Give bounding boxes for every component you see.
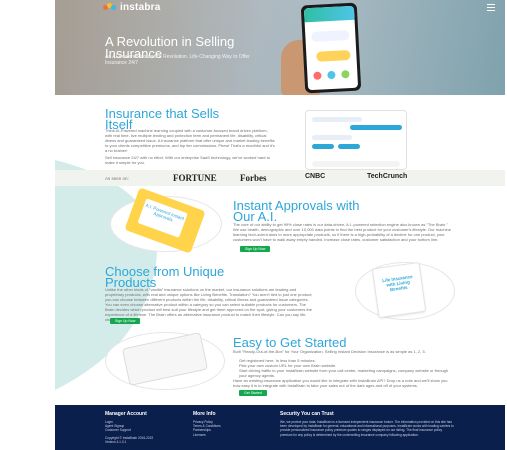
forbes-logo: Forbes [240, 173, 267, 183]
footer-security-title: Security You can Trust [280, 411, 334, 417]
techcrunch-logo: TechCrunch [367, 173, 408, 180]
footer-security-text: We, we protect your data. InstaBrain is … [280, 420, 454, 437]
products-card: Life Insurance with Living Benefits [371, 261, 427, 319]
landing-page: instabra A Revolution in Selling Insuran… [55, 0, 505, 450]
footer-link-licenses[interactable]: Licenses [193, 433, 263, 437]
phone-screen [303, 5, 359, 91]
chat-mockup [305, 110, 407, 170]
footer-account-title: Manager Account [105, 411, 147, 417]
hamburger-menu-icon[interactable] [487, 4, 495, 13]
get-started-button[interactable]: Get Started [239, 390, 267, 396]
sells-body: Think AI-Powered machine learning couple… [105, 128, 275, 153]
footer-version: Version 4.1.0.1 [105, 439, 127, 444]
approvals-title: Instant Approvals with Our A.I. [233, 198, 360, 224]
as-seen-on-label: As seen on: [105, 176, 129, 181]
logo-mark-icon [103, 3, 117, 12]
brand-logo[interactable]: instabra [103, 2, 161, 13]
fortune-logo: FORTUNE [173, 173, 217, 183]
sells-body-2: Sell insurance 24/7 with no effort. With… [105, 155, 270, 165]
products-signup-button[interactable]: Sign Up Now [110, 318, 141, 324]
as-seen-on-bar: As seen on: FORTUNE Forbes CNBC TechCrun… [55, 170, 505, 186]
sells-title: Insurance that Sells Itself [105, 106, 220, 132]
started-title: Easy to Get Started [233, 335, 347, 350]
products-title: Choose from Unique Products [105, 264, 225, 290]
footer-col-security: Security You can Trust We, we protect yo… [280, 411, 455, 437]
footer: Manager Account Login Agent Signup Custo… [55, 405, 505, 450]
hero-banner: instabra A Revolution in Selling Insuran… [55, 0, 505, 95]
footer-link-support[interactable]: Customer Support [105, 428, 185, 432]
approvals-card-text: A.I. Powered Instant Approvals [137, 198, 188, 238]
hero-subtitle: An AI-Powered Insurance Revolution. Life… [105, 54, 250, 66]
cnbc-logo: CNBC [305, 173, 326, 180]
footer-col-account: Manager Account Login Agent Signup Custo… [105, 411, 185, 444]
approvals-body: The core of our ability to get 99% close… [233, 222, 451, 242]
started-intro: Built "Ready-Out-of-the-Box" for Your Or… [233, 349, 426, 354]
started-step-3: Start driving traffic to your InstaBrain… [239, 368, 449, 378]
phone-mockup [300, 2, 362, 94]
products-body: Unlike the other kinds of "vanilla" insu… [105, 287, 313, 322]
started-body: Have an existing insurance application y… [233, 378, 448, 388]
approvals-signup-button[interactable]: Sign Up Now [240, 246, 271, 252]
products-card-text: Life Insurance with Living Benefits [381, 274, 413, 293]
footer-col-info: More Info Privacy Policy Terms & Conditi… [193, 411, 263, 437]
footer-info-title: More Info [193, 411, 216, 417]
logo-text: instabra [120, 2, 161, 13]
